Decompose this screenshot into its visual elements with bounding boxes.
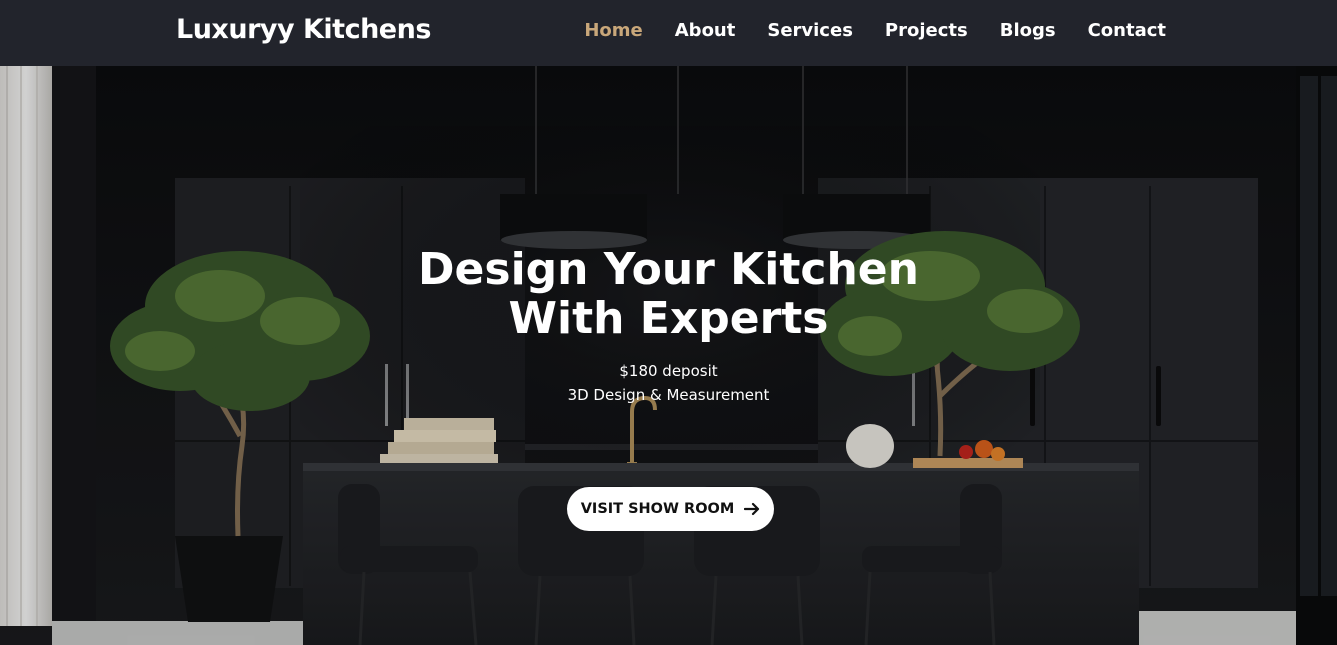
nav-about[interactable]: About	[675, 20, 736, 41]
main-nav: Home About Services Projects Blogs Conta…	[584, 20, 1166, 41]
arrow-right-icon	[744, 502, 760, 516]
hero-background-image	[0, 66, 1337, 645]
nav-projects[interactable]: Projects	[885, 20, 968, 41]
hero-subtitle-deposit: $180 deposit	[619, 362, 718, 380]
nav-contact[interactable]: Contact	[1088, 20, 1166, 41]
hero-subtitle-design: 3D Design & Measurement	[567, 386, 770, 404]
nav-home[interactable]: Home	[584, 20, 642, 41]
hero-title-line2: With Experts	[508, 293, 829, 344]
visit-show-room-button[interactable]: VISIT SHOW ROOM	[567, 487, 774, 531]
hero-title-line1: Design Your Kitchen	[418, 244, 919, 295]
cta-label: VISIT SHOW ROOM	[580, 501, 735, 517]
hero-section: Design Your Kitchen With Experts $180 de…	[0, 66, 1337, 645]
hero-title: Design Your Kitchen With Experts	[0, 245, 1337, 343]
nav-services[interactable]: Services	[767, 20, 853, 41]
nav-blogs[interactable]: Blogs	[1000, 20, 1056, 41]
top-navbar: Luxuryy Kitchens Home About Services Pro…	[0, 0, 1337, 66]
brand-logo[interactable]: Luxuryy Kitchens	[176, 14, 431, 45]
